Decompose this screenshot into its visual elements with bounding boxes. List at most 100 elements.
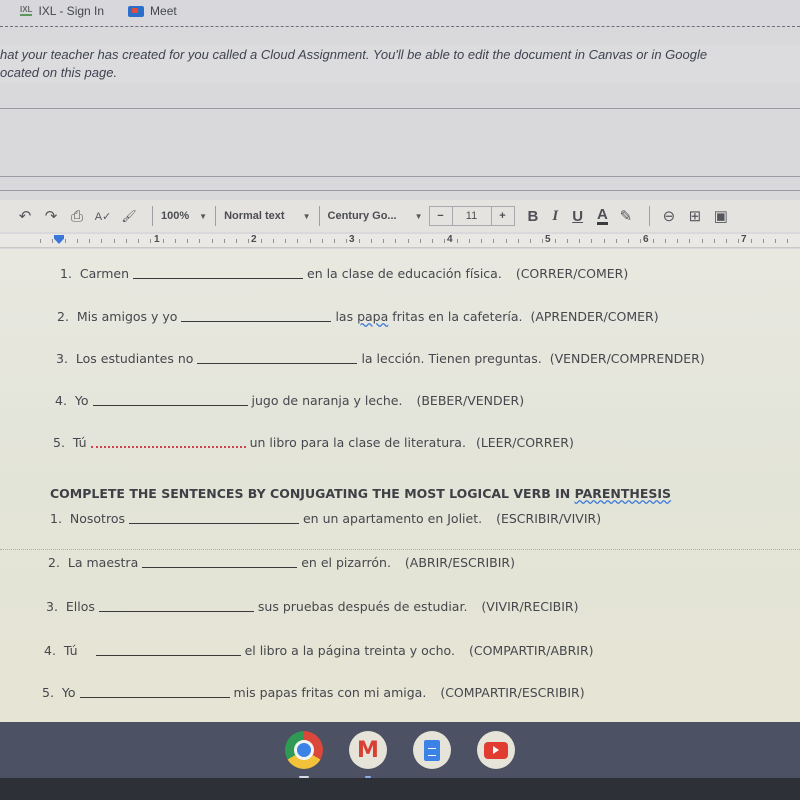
notice-line-1: hat your teacher has created for you cal…: [0, 47, 708, 62]
text-color-button[interactable]: A: [597, 207, 608, 225]
answer-blank[interactable]: [128, 523, 299, 524]
zoom-value: 100%: [161, 210, 190, 222]
ruler-tick: [150, 239, 152, 243]
italic-button[interactable]: I: [552, 208, 558, 225]
ruler-tick: [444, 239, 446, 243]
divider: [0, 176, 800, 177]
print-icon[interactable]: ⎙: [66, 205, 88, 227]
item-number: 3.: [46, 599, 58, 614]
zoom-select[interactable]: 100% ▼: [161, 210, 207, 222]
underline-button[interactable]: U: [572, 208, 583, 225]
item-number: 2.: [57, 309, 69, 324]
spellcheck-icon[interactable]: A✓: [92, 205, 114, 227]
spelling-flag[interactable]: PARENTHESIS: [575, 486, 672, 501]
answer-blank[interactable]: [92, 405, 248, 406]
rest-text: fritas en la cafetería.: [388, 309, 523, 324]
section-title-text: COMPLETE THE SENTENCES BY CONJUGATING TH…: [50, 486, 575, 501]
item-subject: Mis amigos y yo: [76, 309, 178, 324]
answer-blank[interactable]: [181, 321, 332, 322]
youtube-app-icon[interactable]: [477, 731, 515, 769]
bookmark-ixl-sign-in[interactable]: IXL IXL - Sign In: [20, 4, 104, 18]
toolbar-separator: [152, 206, 153, 226]
ruler-tick: [52, 239, 54, 243]
paint-format-icon[interactable]: 🖌: [118, 205, 140, 227]
google-docs-app-icon[interactable]: [413, 731, 451, 769]
item-verbs: (COMPARTIR/ESCRIBIR): [440, 685, 585, 700]
bold-button[interactable]: B: [528, 208, 539, 225]
ruler-tick: [628, 239, 629, 243]
item-subject: Los estudiantes no: [75, 351, 194, 366]
answer-blank[interactable]: [197, 363, 358, 364]
ruler[interactable]: 1 2 3 4 5 6 7: [0, 234, 800, 248]
divider: [0, 190, 800, 191]
ruler-tick: [395, 239, 397, 243]
chevron-down-icon: ▼: [414, 211, 423, 221]
answer-blank[interactable]: [79, 697, 230, 698]
ruler-tick: [554, 239, 556, 243]
ruler-tick: [615, 239, 617, 243]
item-rest: el libro a la página treinta y ocho.: [244, 643, 455, 658]
answer-blank[interactable]: [90, 446, 246, 448]
answer-blank[interactable]: [95, 655, 241, 656]
item-subject: Tú: [72, 435, 87, 450]
decrease-font-size-button[interactable]: −: [430, 207, 452, 225]
ruler-tick: [726, 239, 727, 243]
ruler-number: 6: [643, 234, 649, 245]
ruler-tick: [481, 239, 482, 243]
ruler-tick: [750, 239, 752, 243]
spelling-flag[interactable]: papa: [357, 309, 388, 324]
undo-icon[interactable]: ↶: [14, 205, 36, 227]
increase-font-size-button[interactable]: +: [492, 207, 514, 225]
add-comment-icon[interactable]: ⊞: [684, 205, 706, 227]
ruler-tick: [787, 239, 789, 243]
font-select[interactable]: Century Go... ▼: [328, 210, 423, 222]
ruler-tick: [309, 239, 311, 243]
ruler-tick: [775, 239, 776, 243]
ruler-tick: [174, 239, 176, 243]
link-icon[interactable]: ⊖: [658, 205, 680, 227]
indent-marker[interactable]: [54, 235, 64, 244]
ruler-tick: [358, 239, 360, 243]
font-size-input[interactable]: 11: [451, 207, 492, 225]
item-number: 5.: [42, 685, 54, 700]
ruler-tick: [297, 239, 299, 243]
document-page[interactable]: 1. Carmen en la clase de educación físic…: [0, 249, 800, 722]
ruler-tick: [138, 239, 139, 243]
answer-blank[interactable]: [133, 278, 303, 279]
ruler-tick: [76, 239, 78, 243]
highlight-icon[interactable]: ✎: [615, 205, 637, 227]
chrome-app-icon[interactable]: [285, 731, 323, 778]
ruler-tick: [493, 239, 495, 243]
answer-blank[interactable]: [98, 611, 254, 612]
item-verbs: (APRENDER/COMER): [530, 309, 659, 324]
cloud-assignment-notice: hat your teacher has created for you cal…: [0, 46, 800, 82]
exercise-item: 4. Yo jugo de naranja y leche. (BEBER/VE…: [55, 393, 524, 408]
ruler-tick: [334, 239, 335, 243]
ruler-number: 3: [349, 234, 355, 245]
ruler-tick: [579, 239, 580, 243]
ruler-tick: [566, 239, 568, 243]
exercise-item: 5. Tú un libro para la clase de literatu…: [53, 435, 574, 450]
ruler-tick: [762, 239, 764, 243]
gmail-app-icon[interactable]: M: [349, 731, 387, 778]
ruler-tick: [432, 239, 433, 243]
ruler-tick: [101, 239, 103, 243]
ruler-tick: [664, 239, 666, 243]
ruler-tick: [713, 239, 715, 243]
answer-blank[interactable]: [142, 567, 298, 568]
item-verbs: (LEER/CORRER): [475, 435, 574, 450]
ruler-tick: [383, 239, 384, 243]
bookmarks-divider: [0, 26, 800, 27]
style-select[interactable]: Normal text ▼: [224, 210, 310, 222]
notice-line-2: ocated on this page.: [0, 65, 118, 80]
ruler-tick: [187, 239, 188, 243]
insert-image-icon[interactable]: ▣: [710, 205, 732, 227]
bookmark-meet[interactable]: Meet: [128, 4, 177, 18]
exercise-item: 1. Carmen en la clase de educación físic…: [60, 266, 628, 281]
redo-icon[interactable]: ↷: [40, 205, 62, 227]
ruler-tick: [603, 239, 605, 243]
ruler-tick: [652, 239, 654, 243]
item-rest: sus pruebas después de estudiar.: [257, 599, 468, 614]
item-verbs: (COMPARTIR/ABRIR): [468, 643, 594, 658]
ruler-tick: [517, 239, 519, 243]
